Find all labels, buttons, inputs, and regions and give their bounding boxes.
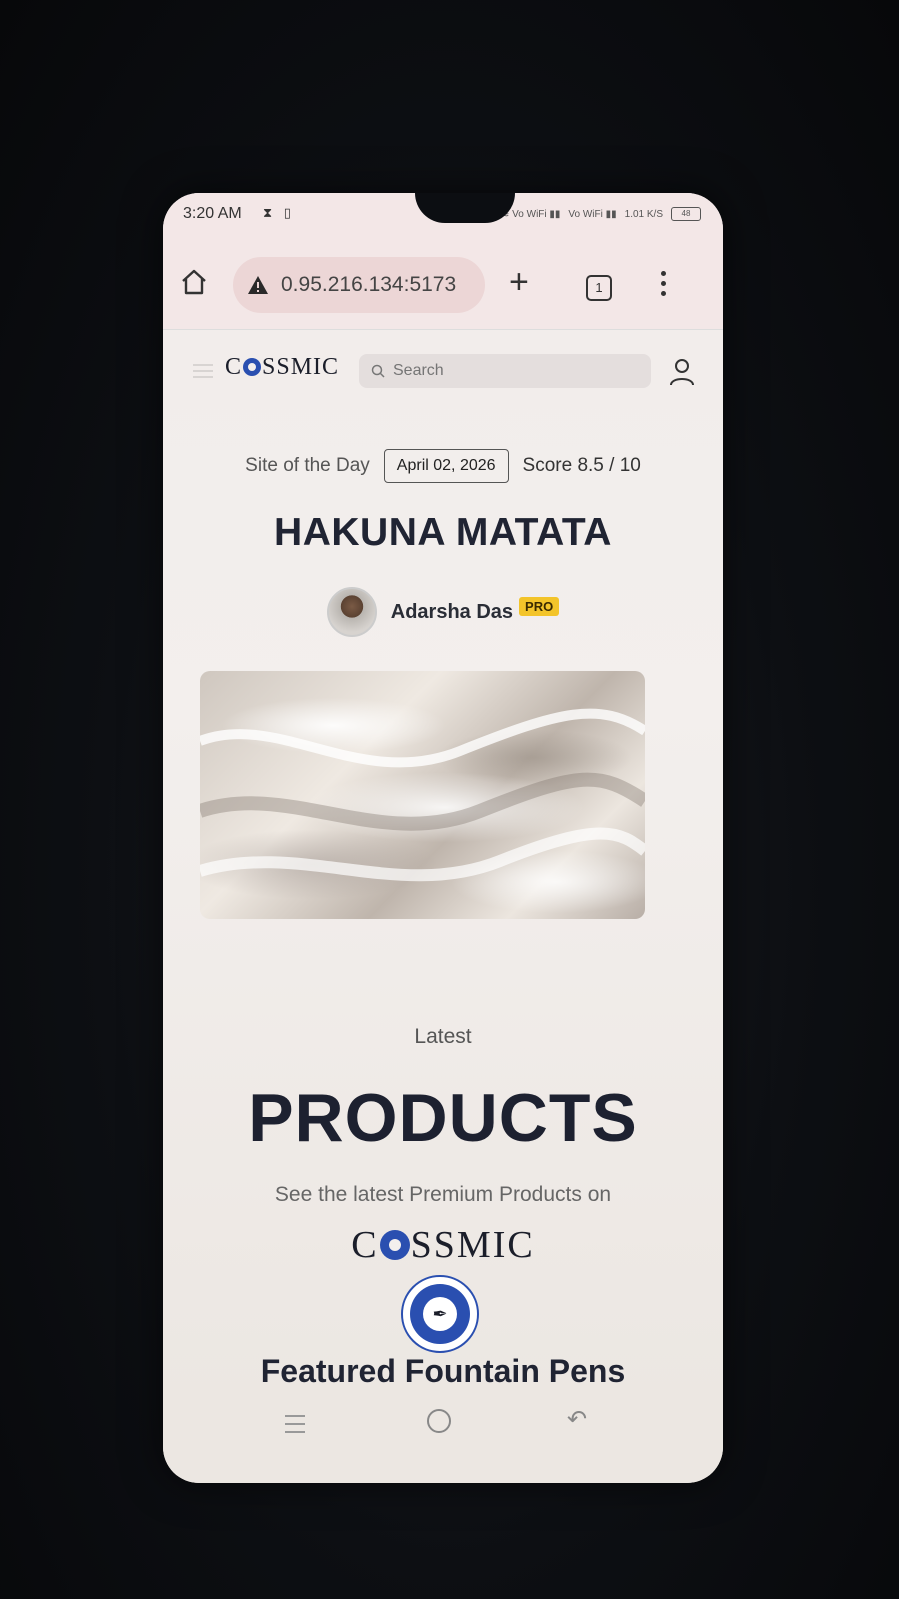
tab-switcher-button[interactable]: 1 xyxy=(586,275,612,301)
logo-emblem-icon xyxy=(243,358,262,376)
more-menu-icon[interactable] xyxy=(661,271,667,301)
site-of-day-label: Site of the Day xyxy=(245,455,370,476)
brand-logo: C SSMIC xyxy=(351,1224,535,1266)
recents-icon[interactable] xyxy=(285,1415,305,1439)
warning-icon[interactable] xyxy=(247,274,269,296)
address-bar[interactable]: 0.95.216.134:5173 xyxy=(233,257,485,313)
avatar[interactable] xyxy=(326,587,377,637)
featured-site-image[interactable] xyxy=(200,671,645,919)
site-of-day-score: Score 8.5 / 10 xyxy=(522,455,641,476)
logo-emblem-icon xyxy=(379,1230,410,1260)
new-tab-icon[interactable]: + xyxy=(509,265,529,299)
search-bar[interactable] xyxy=(359,354,651,388)
site-title[interactable]: HAKUNA MATATA xyxy=(163,511,723,555)
hourglass-icon: ⧗ ▯ xyxy=(263,205,295,220)
phone-screen: 3:20 AM ⧗ ▯ ≋ Vo WiFi ▮▮ Vo WiFi ▮▮ 1.01… xyxy=(163,193,723,1483)
site-of-day-row: Site of the Day April 02, 2026 Score 8.5… xyxy=(163,449,723,483)
status-time: 3:20 AM xyxy=(183,205,242,222)
home-icon[interactable] xyxy=(179,267,209,297)
back-icon[interactable]: ↶ xyxy=(567,1405,587,1434)
net-speed: 1.01 K/S xyxy=(624,208,663,220)
url-text[interactable]: 0.95.216.134:5173 xyxy=(281,273,456,297)
home-button-icon[interactable] xyxy=(427,1409,451,1433)
system-nav-bar: ↶ xyxy=(163,1383,723,1483)
products-heading: PRODUCTS xyxy=(248,1080,638,1156)
camera-notch xyxy=(415,193,515,223)
pro-badge: PRO xyxy=(519,596,560,616)
pen-nib-emblem-icon: ✒ xyxy=(401,1275,479,1353)
wifi-icon: ≋ Vo WiFi ▮▮ xyxy=(501,208,561,220)
search-input[interactable] xyxy=(391,361,635,381)
signal-icon: Vo WiFi ▮▮ xyxy=(568,208,617,220)
search-icon xyxy=(371,364,385,378)
status-indicators: ≋ Vo WiFi ▮▮ Vo WiFi ▮▮ 1.01 K/S 48 xyxy=(501,207,701,221)
site-header: C SSMIC xyxy=(163,330,723,410)
browser-toolbar: 0.95.216.134:5173 + 1 xyxy=(163,241,723,330)
battery-icon: 48 xyxy=(671,207,701,221)
products-subtitle: See the latest Premium Products on xyxy=(274,1183,612,1206)
user-icon[interactable] xyxy=(669,358,695,386)
site-of-day-date: April 02, 2026 xyxy=(383,449,509,483)
site-logo[interactable]: C SSMIC xyxy=(225,354,339,381)
author-row[interactable]: Adarsha Das PRO xyxy=(163,587,723,637)
hamburger-icon[interactable] xyxy=(193,364,213,382)
author-name[interactable]: Adarsha Das xyxy=(391,601,513,624)
latest-label: Latest xyxy=(414,1025,472,1048)
